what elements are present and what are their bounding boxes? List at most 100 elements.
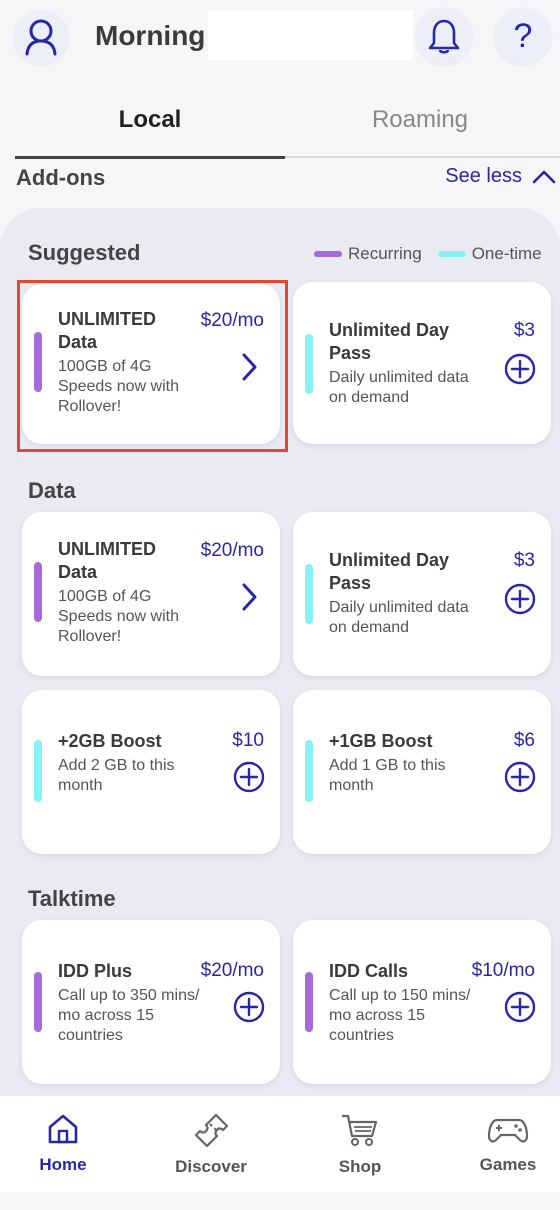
question-icon: ? <box>513 16 533 55</box>
plus-circle-icon <box>233 761 265 793</box>
nav-shop[interactable]: Shop <box>310 1112 410 1177</box>
card-desc-line2: month <box>58 777 103 794</box>
profile-button[interactable] <box>14 10 68 64</box>
nav-home[interactable]: Home <box>13 1112 113 1175</box>
bell-icon <box>428 19 460 54</box>
one-time-indicator <box>305 564 313 624</box>
recurring-indicator <box>34 562 42 622</box>
card-desc-line3: countries <box>329 1027 394 1044</box>
card-title: IDD Plus <box>58 961 133 981</box>
card-desc-line2: on demand <box>329 619 410 636</box>
data-unlimited-card[interactable]: UNLIMITED Data 100GB of 4G Speeds now wi… <box>22 512 280 676</box>
one-time-swatch <box>437 251 466 257</box>
add-button[interactable] <box>232 760 266 794</box>
tab-bar: Local Roaming <box>0 100 560 160</box>
card-desc-line3: countries <box>58 1027 123 1044</box>
card-desc-line2: month <box>329 777 374 794</box>
header: Morning ? <box>0 0 560 80</box>
recurring-indicator <box>34 972 42 1032</box>
data-1gb-boost-card[interactable]: +1GB Boost Add 1 GB to this month $6 <box>293 690 551 854</box>
plus-circle-icon <box>504 583 536 615</box>
add-button[interactable] <box>503 582 537 616</box>
card-desc-line1: Daily unlimited data <box>329 599 469 616</box>
talktime-title: Talktime <box>28 886 116 911</box>
chevron-up-icon <box>532 170 556 183</box>
add-button[interactable] <box>232 990 266 1024</box>
card-title-line2: Pass <box>329 573 372 593</box>
card-title-line2: Data <box>58 562 98 582</box>
card-price: $3 <box>513 320 535 341</box>
cart-icon <box>342 1114 378 1146</box>
card-price: $20/mo <box>200 540 264 561</box>
data-title: Data <box>28 478 76 503</box>
see-less-label: See less <box>445 165 522 187</box>
legend-one-time: One-time <box>471 244 542 263</box>
card-price: $3 <box>513 550 535 571</box>
add-button[interactable] <box>503 990 537 1024</box>
plus-circle-icon <box>504 991 536 1023</box>
data-day-pass-card[interactable]: Unlimited Day Pass Daily unlimited data … <box>293 512 551 676</box>
card-desc-line1: Add 2 GB to this <box>58 757 175 774</box>
greeting-text: Morning <box>95 20 206 51</box>
nav-home-label: Home <box>39 1155 87 1174</box>
see-less-button[interactable]: See less <box>445 165 556 188</box>
view-details-button[interactable] <box>232 580 266 614</box>
nav-shop-label: Shop <box>338 1157 382 1176</box>
nav-discover[interactable]: Discover <box>161 1112 261 1177</box>
suggested-title: Suggested <box>28 240 141 265</box>
card-desc-line1: Call up to 150 mins/ <box>329 987 471 1004</box>
card-desc-line2: Speeds now with <box>58 608 179 625</box>
card-title-line1: Unlimited Day <box>329 320 450 340</box>
nav-discover-label: Discover <box>175 1157 247 1176</box>
plus-circle-icon <box>233 991 265 1023</box>
plus-circle-icon <box>504 761 536 793</box>
legend-recurring: Recurring <box>348 244 422 263</box>
data-2gb-boost-card[interactable]: +2GB Boost Add 2 GB to this month $10 <box>22 690 280 854</box>
card-title-line1: Unlimited Day <box>329 550 450 570</box>
card-price: $10 <box>232 730 264 751</box>
card-price: $10/mo <box>471 960 535 981</box>
ticket-icon <box>194 1113 229 1148</box>
addons-header: Add-ons See less <box>16 163 560 193</box>
plus-circle-icon <box>504 353 536 385</box>
legend: Recurring One-time <box>314 244 542 264</box>
addons-title: Add-ons <box>16 165 106 190</box>
card-desc-line3: Rollover! <box>58 628 122 645</box>
notifications-button[interactable] <box>416 8 472 64</box>
card-desc-line1: 100GB of 4G <box>58 588 152 605</box>
bottom-nav: Home Discover Shop Games <box>0 1096 560 1192</box>
card-title: +2GB Boost <box>58 731 162 751</box>
card-desc-line1: Daily unlimited data <box>329 369 469 386</box>
highlight-box <box>17 280 288 452</box>
chevron-right-icon <box>242 583 257 611</box>
card-desc-line2: mo across 15 <box>58 1007 155 1024</box>
card-price: $20/mo <box>200 960 264 981</box>
card-title-line2: Pass <box>329 343 372 363</box>
card-price: $6 <box>513 730 535 751</box>
help-button[interactable]: ? <box>495 8 551 64</box>
recurring-indicator <box>305 972 313 1032</box>
recurring-swatch <box>314 251 342 257</box>
nav-games-label: Games <box>479 1155 537 1174</box>
gamepad-icon <box>487 1118 529 1143</box>
card-desc-line2: mo across 15 <box>329 1007 426 1024</box>
tab-divider <box>285 156 560 158</box>
nav-games[interactable]: Games <box>458 1112 558 1175</box>
card-desc-line1: Call up to 350 mins/ <box>58 987 200 1004</box>
talktime-idd-plus-card[interactable]: IDD Plus Call up to 350 mins/ mo across … <box>22 920 280 1084</box>
person-icon <box>25 19 57 56</box>
card-desc-line2: on demand <box>329 389 410 406</box>
redacted-name <box>208 10 413 60</box>
one-time-indicator <box>34 740 42 802</box>
one-time-indicator <box>305 334 313 394</box>
talktime-idd-calls-card[interactable]: IDD Calls Call up to 150 mins/ mo across… <box>293 920 551 1084</box>
add-button[interactable] <box>503 760 537 794</box>
tab-local[interactable]: Local <box>15 106 285 134</box>
suggested-day-pass-card[interactable]: Unlimited Day Pass Daily unlimited data … <box>293 282 551 444</box>
one-time-indicator <box>305 740 313 802</box>
add-button[interactable] <box>503 352 537 386</box>
card-desc-line1: Add 1 GB to this <box>329 757 446 774</box>
card-title: IDD Calls <box>329 961 409 981</box>
tab-roaming[interactable]: Roaming <box>285 106 555 134</box>
tab-active-indicator <box>15 156 285 159</box>
